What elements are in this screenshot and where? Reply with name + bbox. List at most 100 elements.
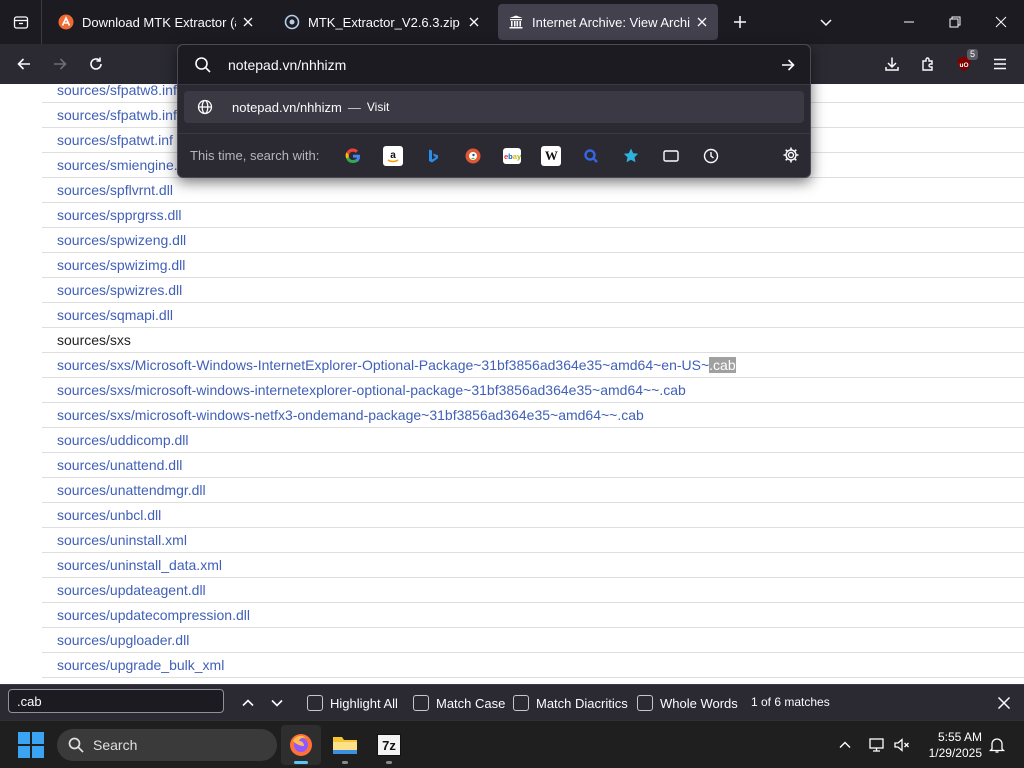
- tab-title: Download MTK Extractor (all ve: [82, 14, 236, 30]
- find-in-page-bar: Highlight All Match Case Match Diacritic…: [0, 684, 1024, 720]
- tab-internet-archive[interactable]: Internet Archive: View Archive: [498, 4, 718, 40]
- file-link[interactable]: sources/updatecompression.dll: [42, 603, 1024, 628]
- file-link[interactable]: sources/sqmapi.dll: [42, 303, 1024, 328]
- taskbar-firefox[interactable]: [281, 725, 321, 765]
- new-tab-button[interactable]: [726, 8, 754, 36]
- reload-button[interactable]: [80, 48, 112, 80]
- androidfilehost-icon: [284, 14, 300, 30]
- file-link[interactable]: sources/sxs/Microsoft-Windows-InternetEx…: [42, 353, 1024, 378]
- highlight-all-checkbox[interactable]: Highlight All: [307, 693, 398, 713]
- file-path: sources/uninstall_data.xml: [57, 557, 222, 573]
- ebay-icon[interactable]: ebay: [503, 147, 522, 164]
- file-link[interactable]: sources/updateagent.dll: [42, 578, 1024, 603]
- url-suggestion-row[interactable]: notepad.vn/nhhizm — Visit: [184, 91, 804, 123]
- running-indicator: [342, 761, 348, 764]
- file-path: sources/sxs/microsoft-windows-internetex…: [57, 382, 686, 398]
- notifications-button[interactable]: [985, 733, 1009, 757]
- windows-taskbar: Search 7z 5:55 AM 1/29/2025: [0, 720, 1024, 768]
- amazon-icon[interactable]: a: [383, 145, 404, 166]
- checkbox-box[interactable]: [307, 695, 323, 711]
- search-icon: [67, 736, 85, 754]
- checkbox-box[interactable]: [513, 695, 529, 711]
- file-link[interactable]: sources/spwizimg.dll: [42, 253, 1024, 278]
- file-link[interactable]: sources/spflvrnt.dll: [42, 178, 1024, 203]
- file-link[interactable]: sources/spwizeng.dll: [42, 228, 1024, 253]
- taskbar-clock[interactable]: 5:55 AM 1/29/2025: [916, 729, 982, 761]
- tab-mtk-extractor-download[interactable]: Download MTK Extractor (all ve: [48, 4, 264, 40]
- search-with-label: This time, search with:: [190, 148, 320, 163]
- volume-button[interactable]: [890, 733, 914, 757]
- list-all-tabs-button[interactable]: [812, 8, 840, 36]
- svg-text:uO: uO: [959, 62, 968, 69]
- taskbar-file-explorer[interactable]: [325, 725, 365, 765]
- suggestion-url: notepad.vn/nhhizm: [232, 99, 342, 115]
- show-hidden-icons-button[interactable]: [833, 733, 857, 757]
- file-link[interactable]: sources/upgrade_bulk_xml: [42, 653, 1024, 678]
- address-input[interactable]: [228, 55, 768, 75]
- match-diacritics-checkbox[interactable]: Match Diacritics: [513, 693, 628, 713]
- tabs-icon[interactable]: [661, 146, 681, 166]
- taskbar-search-box[interactable]: Search: [57, 729, 277, 761]
- file-link[interactable]: sources/uninstall.xml: [42, 528, 1024, 553]
- checkbox-box[interactable]: [637, 695, 653, 711]
- file-link[interactable]: sources/spwizres.dll: [42, 278, 1024, 303]
- ublock-origin-button[interactable]: uO 5: [948, 48, 980, 80]
- google-icon[interactable]: [343, 146, 363, 166]
- go-button[interactable]: [774, 51, 802, 79]
- match-case-checkbox[interactable]: Match Case: [413, 693, 505, 713]
- search-settings-gear-icon[interactable]: [782, 146, 800, 169]
- back-button[interactable]: [8, 48, 40, 80]
- close-tab-icon[interactable]: [462, 10, 486, 34]
- file-link[interactable]: sources/unbcl.dll: [42, 503, 1024, 528]
- find-input[interactable]: [8, 689, 224, 713]
- file-path: sources/sfpatwb.inf: [57, 107, 177, 123]
- restore-icon: [949, 16, 961, 28]
- close-icon: [995, 16, 1007, 28]
- suggestion-separator: —: [347, 99, 361, 115]
- file-link[interactable]: sources/sxs/microsoft-windows-internetex…: [42, 378, 1024, 403]
- file-link[interactable]: sources/unattendmgr.dll: [42, 478, 1024, 503]
- network-status-button[interactable]: [865, 733, 889, 757]
- wikipedia-icon[interactable]: W: [541, 145, 562, 166]
- file-path: sources/spwizres.dll: [57, 282, 183, 298]
- close-tab-icon[interactable]: [690, 10, 714, 34]
- extensions-button[interactable]: [912, 48, 944, 80]
- close-tab-icon[interactable]: [236, 10, 260, 34]
- firefox-view-button[interactable]: [0, 0, 42, 44]
- file-path: sources/sxs/Microsoft-Windows-InternetEx…: [57, 357, 710, 373]
- bell-icon: [988, 738, 1006, 753]
- file-link[interactable]: sources/sxs/microsoft-windows-netfx3-ond…: [42, 403, 1024, 428]
- forward-button[interactable]: [44, 48, 76, 80]
- running-indicator: [294, 761, 308, 764]
- history-clock-icon[interactable]: [701, 146, 721, 166]
- magnifier-search-icon[interactable]: [581, 146, 601, 166]
- minimize-window-button[interactable]: [886, 0, 932, 44]
- start-button[interactable]: [18, 732, 44, 758]
- bing-icon[interactable]: [423, 146, 443, 166]
- file-link[interactable]: sources/spprgrss.dll: [42, 203, 1024, 228]
- arrow-right-icon: [54, 58, 67, 70]
- file-link[interactable]: sources/upgloader.dll: [42, 628, 1024, 653]
- puzzle-icon: [922, 57, 933, 71]
- file-link[interactable]: sources/uninstall_data.xml: [42, 553, 1024, 578]
- checkbox-box[interactable]: [413, 695, 429, 711]
- duckduckgo-icon[interactable]: [463, 146, 483, 166]
- find-next-button[interactable]: [265, 691, 289, 715]
- close-find-bar-button[interactable]: [992, 691, 1016, 715]
- file-path: sources/spwizimg.dll: [57, 257, 186, 273]
- close-window-button[interactable]: [978, 0, 1024, 44]
- app-menu-button[interactable]: [984, 48, 1016, 80]
- tab-strip: Download MTK Extractor (all ve MTK_Extra…: [0, 0, 1024, 44]
- restore-window-button[interactable]: [932, 0, 978, 44]
- file-path: sources/uddicomp.dll: [57, 432, 189, 448]
- tab-mtk-extractor-zip[interactable]: MTK_Extractor_V2.6.3.zip - Andr: [274, 4, 490, 40]
- one-off-search-engines: This time, search with: a ebay W: [178, 133, 810, 177]
- bookmarks-star-icon[interactable]: [621, 146, 641, 166]
- file-link[interactable]: sources/uddicomp.dll: [42, 428, 1024, 453]
- taskbar-7zip[interactable]: 7z: [369, 725, 409, 765]
- hamburger-icon: [994, 58, 1006, 70]
- whole-words-checkbox[interactable]: Whole Words: [637, 693, 738, 713]
- file-link[interactable]: sources/unattend.dll: [42, 453, 1024, 478]
- downloads-button[interactable]: [876, 48, 908, 80]
- find-previous-button[interactable]: [236, 691, 260, 715]
